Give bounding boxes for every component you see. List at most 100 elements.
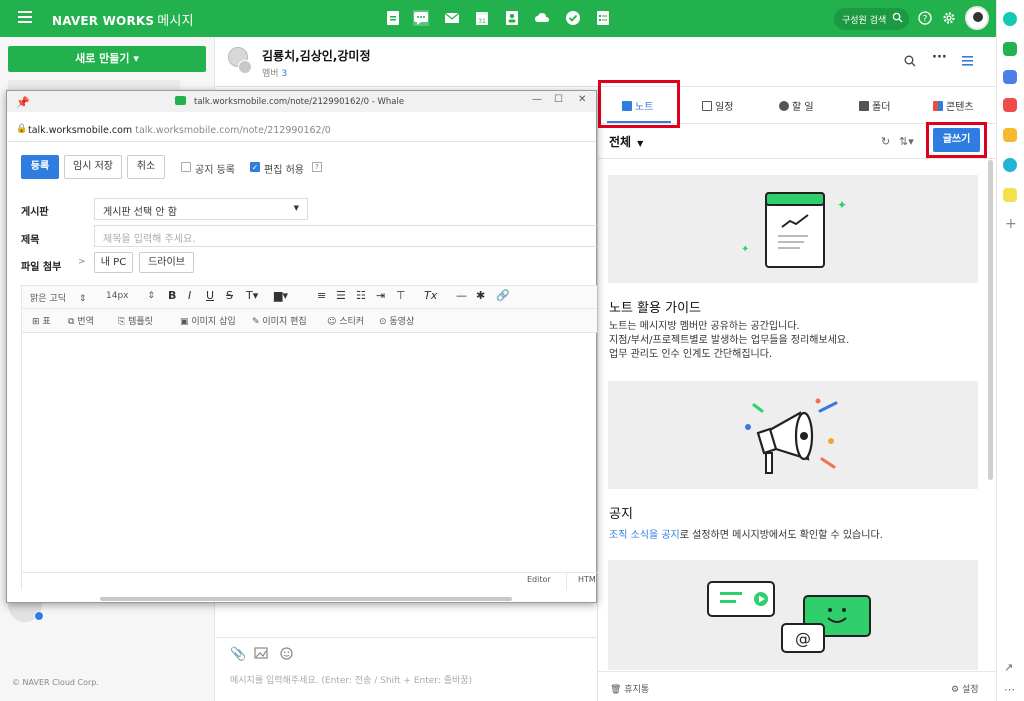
more-icon[interactable]: ⋯	[1004, 683, 1015, 696]
indent-icon[interactable]: ⇥	[376, 289, 385, 302]
contacts-nav-icon[interactable]	[504, 10, 520, 26]
message-nav-icon[interactable]	[413, 10, 429, 26]
editor-content-area[interactable]	[21, 332, 597, 572]
search-icon[interactable]	[904, 55, 916, 67]
gear-icon: ⚙	[951, 685, 962, 695]
help-icon[interactable]: ?	[312, 162, 322, 172]
html-mode-tab[interactable]: HTML	[578, 575, 596, 584]
gear-icon[interactable]	[942, 11, 956, 25]
task-nav-icon[interactable]	[565, 10, 581, 26]
align-icon[interactable]: ≡	[317, 289, 326, 302]
app-icon-calendar[interactable]	[1003, 70, 1017, 84]
refresh-icon[interactable]: ↻	[881, 135, 890, 148]
drive-button[interactable]: 드라이브	[139, 252, 194, 273]
divider	[216, 637, 597, 638]
editor-mode-tab[interactable]: Editor	[527, 575, 551, 584]
my-pc-button[interactable]: 내 PC	[94, 252, 133, 273]
divider	[598, 671, 996, 672]
help-icon[interactable]: ?	[918, 11, 932, 25]
external-link-icon[interactable]: ↗	[1004, 661, 1013, 674]
register-button[interactable]: 등록	[21, 155, 59, 179]
notice-link[interactable]: 조직 소식을 공지	[609, 530, 680, 541]
svg-text:31: 31	[478, 18, 486, 25]
link-icon[interactable]: 🔗	[496, 289, 510, 302]
member-avatar	[238, 60, 252, 74]
app-icon-red[interactable]	[1003, 98, 1017, 112]
image-insert-button[interactable]: ▣ 이미지 삽입	[180, 314, 236, 327]
title-input[interactable]: 제목을 입력해 주세요.	[94, 225, 597, 247]
cancel-button[interactable]: 취소	[127, 155, 165, 179]
clear-format-icon[interactable]: Tx	[424, 289, 437, 302]
calendar-nav-icon[interactable]: 31	[474, 10, 490, 26]
italic-icon[interactable]: I	[188, 289, 191, 302]
filter-dropdown[interactable]: 전체 ▼	[609, 133, 643, 150]
bullet-list-icon[interactable]: ☰	[336, 289, 346, 302]
edit-allow-checkbox[interactable]: ✓	[250, 162, 260, 172]
panel-menu-icon[interactable]	[962, 56, 973, 66]
user-avatar[interactable]	[965, 6, 989, 30]
notice-checkbox[interactable]	[181, 162, 191, 172]
member-search-input[interactable]: 구성원 검색	[834, 8, 909, 30]
trash-icon: 🗑	[610, 685, 625, 695]
table-button[interactable]: ⊞ 표	[32, 314, 51, 327]
settings-button[interactable]: ⚙ 설정	[951, 682, 979, 695]
minimize-button[interactable]: —	[532, 94, 542, 105]
close-button[interactable]: ✕	[578, 94, 586, 105]
menu-icon[interactable]	[18, 11, 32, 23]
app-icon-star[interactable]	[1003, 128, 1017, 142]
url[interactable]: talk.worksmobile.com talk.worksmobile.co…	[28, 125, 331, 136]
text-color-icon[interactable]: T▾	[246, 289, 258, 302]
new-button[interactable]: 새로 만들기 ▾	[8, 46, 206, 72]
tab-todo[interactable]: 할 일	[779, 98, 814, 113]
background-color-icon[interactable]: ▆▾	[274, 289, 288, 302]
temp-save-button[interactable]: 임시 저장	[64, 155, 122, 179]
font-family-select[interactable]: 맑은 고딕 ⇕	[30, 291, 86, 304]
chevron-down-icon: ▼	[293, 204, 299, 212]
add-app-icon[interactable]: +	[1005, 216, 1017, 232]
mail-nav-icon[interactable]	[444, 10, 460, 26]
image-edit-button[interactable]: ✎ 이미지 편집	[252, 314, 307, 327]
translate-button[interactable]: ⧉ 번역	[68, 314, 94, 327]
more-options-icon[interactable]: ···	[932, 50, 947, 65]
image-icon[interactable]	[254, 647, 268, 659]
app-icon-1[interactable]	[1003, 12, 1017, 26]
underline-icon[interactable]: U	[206, 289, 214, 302]
drive-nav-icon[interactable]	[534, 10, 550, 26]
font-size-select[interactable]: 14px ⇕	[106, 291, 155, 301]
panel-scrollbar[interactable]	[988, 160, 993, 480]
pin-icon[interactable]: 📌	[16, 96, 30, 109]
attach-icon[interactable]: 📎	[230, 647, 246, 662]
numbered-list-icon[interactable]: ☷	[356, 289, 366, 302]
message-input[interactable]: 메시지를 입력해주세요. (Enter: 전송 / Shift + Enter:…	[230, 673, 590, 686]
tab-contents[interactable]: 콘텐츠	[933, 98, 974, 113]
note-nav-icon[interactable]	[385, 10, 401, 26]
emoji-icon[interactable]	[280, 647, 293, 660]
app-icon-talk[interactable]	[1003, 42, 1017, 56]
app-icon-yellow[interactable]	[1003, 188, 1017, 202]
mention-illustration: @	[608, 560, 978, 670]
divider	[566, 572, 567, 590]
template-button[interactable]: ⎘ 템플릿	[118, 314, 153, 327]
table-icon: ⊞	[32, 317, 43, 327]
horizontal-line-icon[interactable]: —	[456, 289, 467, 302]
sort-icon[interactable]: ⇅▾	[899, 135, 914, 148]
app-icon-edge[interactable]	[1003, 158, 1017, 172]
chat-bubbles-icon: @	[707, 581, 871, 653]
edit-allow-label: 편집 허용	[264, 165, 304, 176]
form-nav-icon[interactable]	[595, 10, 611, 26]
tab-calendar[interactable]: 일정	[702, 98, 733, 113]
bold-icon[interactable]: B	[168, 289, 176, 302]
special-char-icon[interactable]: ✱	[476, 289, 485, 302]
member-count[interactable]: 멤버 3	[262, 66, 287, 79]
trash-button[interactable]: 🗑 휴지통	[610, 682, 649, 695]
strikethrough-icon[interactable]: S	[226, 289, 233, 302]
line-height-icon[interactable]: ⊤	[396, 289, 406, 302]
video-button[interactable]: ⊙ 동영상	[379, 314, 414, 327]
write-button[interactable]: 글쓰기	[933, 128, 980, 152]
sticker-button[interactable]: ☺ 스티커	[327, 314, 364, 327]
board-select[interactable]: 게시판 선택 안 함 ▼	[94, 198, 308, 220]
group-badge-icon	[34, 611, 44, 621]
horizontal-scrollbar[interactable]	[100, 597, 512, 601]
maximize-button[interactable]: ☐	[554, 94, 563, 105]
tab-folder[interactable]: 폴더	[859, 98, 890, 113]
